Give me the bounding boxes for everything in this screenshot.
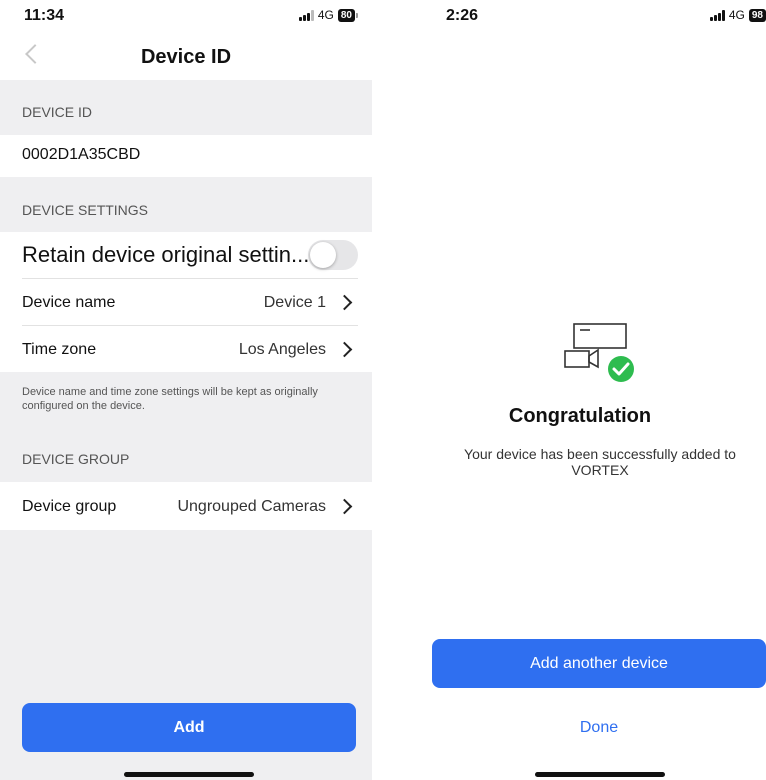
battery-tip [356, 12, 358, 18]
success-message: Your device has been successfully added … [464, 446, 736, 478]
section-header-device-settings: DEVICE SETTINGS [0, 177, 372, 232]
signal-icon [298, 9, 314, 21]
device-group-label: Device group [22, 498, 117, 515]
status-bar: 11:34 4G 80 [0, 0, 372, 36]
camera-check-icon [560, 322, 640, 384]
status-bar: 2:26 4G 98 [394, 0, 766, 36]
page-title: Device ID [140, 46, 232, 68]
section-header-device-group: DEVICE GROUP [22, 451, 130, 467]
device-id-value: 0002D1A35CBD [22, 146, 141, 163]
retain-settings-row: Retain device original settin... [0, 232, 372, 278]
bottom-area: Add [0, 530, 372, 780]
add-another-device-button[interactable]: Add another device [432, 639, 766, 688]
time-zone-label: Time zone [22, 341, 97, 358]
device-name-label: Device name [22, 294, 116, 311]
done-link[interactable]: Done [432, 719, 766, 737]
device-group-value: Ungrouped Cameras [177, 498, 326, 515]
status-icons: 4G 80 [298, 8, 358, 22]
time-zone-value: Los Angeles [238, 341, 326, 358]
home-indicator [535, 772, 665, 777]
time-zone-row[interactable]: Time zone Los Angeles [0, 326, 372, 372]
retain-settings-toggle[interactable] [308, 240, 358, 270]
battery-icon: 98 [748, 8, 766, 22]
toggle-knob [310, 242, 336, 268]
device-name-row[interactable]: Device name Device 1 [0, 279, 372, 325]
device-id-row: 0002D1A35CBD [0, 135, 372, 177]
retain-settings-label: Retain device original settin... [22, 242, 310, 267]
success-title: Congratulation [508, 405, 652, 427]
add-button[interactable]: Add [22, 703, 356, 752]
signal-icon [709, 9, 725, 21]
network-type: 4G [728, 8, 745, 22]
status-icons: 4G 98 [709, 8, 766, 22]
settings-note: Device name and time zone settings will … [0, 372, 372, 482]
chevron-right-icon [336, 341, 353, 358]
section-header-device-id: DEVICE ID [0, 80, 372, 135]
network-type: 4G [317, 8, 334, 22]
home-indicator [124, 772, 254, 777]
success-screen: 2:26 4G 98 Congratulation Your device ha… [394, 0, 766, 780]
battery-icon: 80 [337, 8, 355, 22]
chevron-right-icon [336, 294, 353, 311]
device-name-value: Device 1 [263, 294, 326, 311]
nav-bar: Device ID [0, 36, 372, 80]
status-time: 2:26 [446, 7, 479, 24]
device-group-row[interactable]: Device group Ungrouped Cameras [0, 482, 372, 530]
device-id-screen: 11:34 4G 80 Device ID DEVICE ID 0002D1A3… [0, 0, 372, 780]
status-time: 11:34 [24, 7, 65, 24]
settings-note-text: Device name and time zone settings will … [22, 386, 318, 412]
chevron-right-icon [336, 498, 353, 515]
